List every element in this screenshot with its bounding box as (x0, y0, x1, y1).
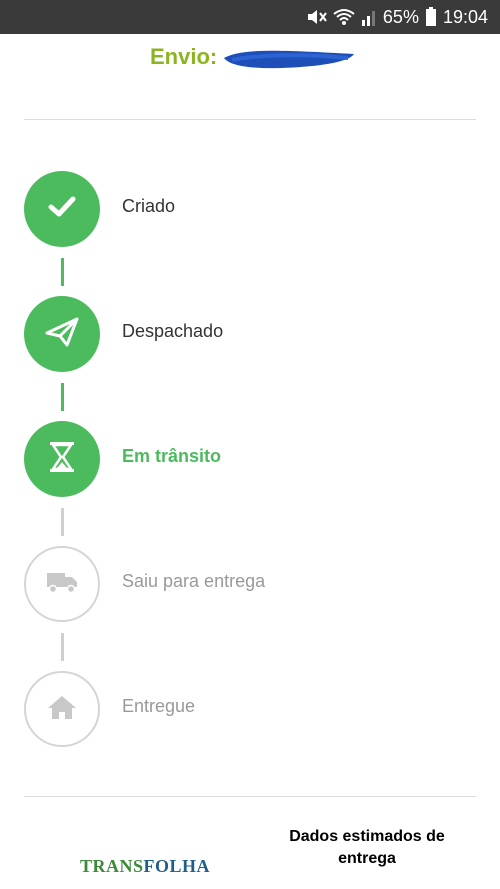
status-bar: 65% 19:04 (0, 0, 500, 34)
step-in-transit-label: Em trânsito (122, 446, 222, 466)
step-delivered-circle (24, 671, 100, 747)
top-divider (24, 119, 476, 120)
check-icon (48, 195, 76, 224)
step-in-transit-circle (24, 421, 100, 497)
house-icon (47, 694, 77, 725)
timeline-connector (61, 383, 64, 411)
battery-percent: 65% (382, 6, 419, 27)
step-delivered-label: Entregue (122, 696, 196, 716)
mute-icon (305, 8, 327, 26)
step-dispatched-circle (24, 296, 100, 372)
timeline-connector (61, 633, 64, 661)
redacted-shipment-number (222, 48, 356, 70)
hourglass-icon (49, 441, 75, 478)
transfolha-logo: TRANSFOLHA (80, 856, 211, 876)
clock: 19:04 (442, 6, 488, 27)
wifi-icon (333, 8, 355, 26)
paper-plane-icon (45, 317, 79, 352)
step-created-label: Criado (122, 196, 176, 216)
shipment-label: Envio: (150, 44, 218, 69)
estimated-delivery-title: Dados estimados de entrega (289, 828, 445, 867)
signal-icon (361, 8, 377, 26)
step-out-for-delivery-label: Saiu para entrega (122, 571, 266, 591)
step-created-circle (24, 171, 100, 247)
truck-icon (46, 570, 78, 599)
timeline-connector (61, 508, 64, 536)
bottom-divider (24, 796, 476, 797)
battery-icon (425, 7, 437, 27)
timeline-connector (61, 258, 64, 286)
step-dispatched-label: Despachado (122, 321, 224, 341)
step-out-for-delivery-circle (24, 546, 100, 622)
